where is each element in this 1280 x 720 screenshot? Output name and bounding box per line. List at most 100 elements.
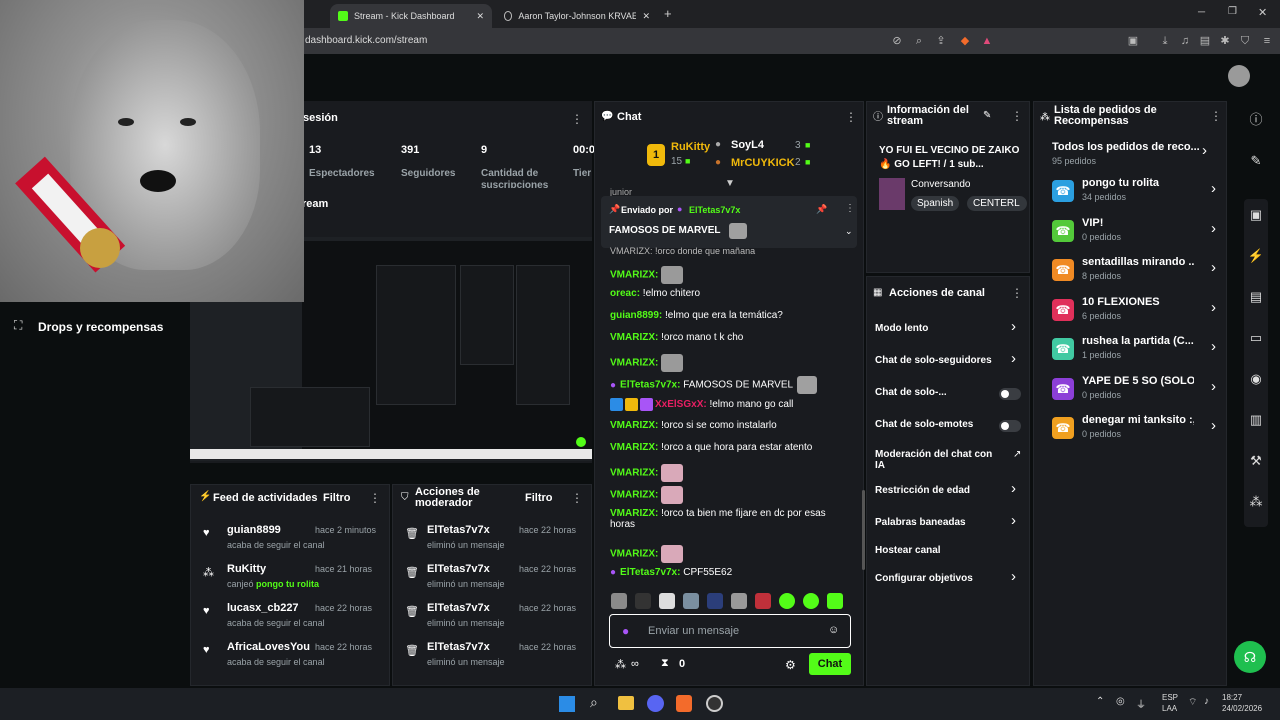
vpn-icon[interactable]: ⛉ (1238, 34, 1252, 48)
music-icon[interactable]: ♫ (1178, 34, 1192, 48)
share-icon[interactable]: ⇪ (934, 34, 948, 48)
mod-action-item[interactable]: 🗑 ElTetas7v7x hace 22 horas eliminó un mens… (401, 560, 587, 598)
chat-message[interactable]: ● ElTetas7v7x: CPF55E62 (610, 567, 732, 578)
chat-username[interactable]: VMARIZX (610, 549, 655, 560)
send-chat-button[interactable]: Chat (809, 653, 851, 675)
emote[interactable] (683, 593, 699, 609)
chat-username[interactable]: ElTetas7v7x (620, 380, 677, 391)
close-window-icon[interactable]: ✕ (1258, 6, 1267, 19)
emote[interactable] (827, 593, 843, 609)
broadcast-icon[interactable]: ◉ (1244, 367, 1268, 391)
drops-nav-item[interactable]: ⛶ Drops y recompensas (0, 304, 190, 348)
emote[interactable] (659, 593, 675, 609)
leader-name[interactable]: MrCUYKICK (731, 157, 795, 169)
channel-actions-menu-icon[interactable]: ⋮ (1011, 286, 1023, 300)
feed-item[interactable]: ⁂ RuKitty hace 21 horas canjeó pongo tu rol… (199, 560, 385, 598)
headset-icon[interactable]: ☊ (1234, 641, 1266, 673)
chat-message[interactable]: VMARIZX: !orco si se como instalarlo (610, 420, 777, 431)
feed-item[interactable]: ♥ guian8899 hace 2 minutos acaba de seguir … (199, 521, 385, 559)
chat-input-box[interactable]: ● Enviar un mensaje ☺ (609, 614, 851, 648)
chat-message[interactable]: VMARIZX: (610, 545, 684, 563)
channel-action-item[interactable]: Chat de solo-... (875, 385, 1025, 411)
rewards-icon[interactable]: ⁂ (1244, 490, 1268, 514)
session-menu-icon[interactable]: ⋮ (571, 112, 583, 126)
chat-username[interactable]: VMARIZX (610, 270, 655, 281)
channel-action-item[interactable]: Configurar objetivos › (875, 568, 1025, 597)
edit-icon[interactable]: ✎ (983, 110, 991, 121)
wrench-icon[interactable]: ⚒ (1244, 449, 1268, 473)
reward-item[interactable]: ☎ YAPE DE 5 SO (SOLO... 0 pedidos › (1046, 372, 1222, 408)
language-label[interactable]: ESP (1162, 693, 1178, 702)
chat-message[interactable]: ● ElTetas7v7x: FAMOSOS DE MARVEL (610, 376, 818, 394)
chat-message[interactable]: VMARIZX: !orco mano t k cho (610, 332, 743, 343)
feed-username[interactable]: AfricaLovesYou (227, 641, 310, 653)
volume-icon[interactable]: ♪ (1204, 696, 1209, 707)
emoji-icon[interactable]: ☺ (828, 624, 839, 636)
chat-message[interactable]: VMARIZX: (610, 354, 684, 372)
mod-username[interactable]: ElTetas7v7x (427, 641, 490, 653)
chat-menu-icon[interactable]: ⋮ (845, 110, 857, 124)
pinned-by-user[interactable]: ElTetas7v7x (689, 205, 740, 215)
maximize-icon[interactable]: ❐ (1228, 6, 1237, 17)
rewards-menu-icon[interactable]: ⋮ (1210, 109, 1222, 123)
reward-item[interactable]: ☎ 10 FLEXIONES 6 pedidos › (1046, 293, 1222, 329)
leader-name[interactable]: RuKitty (671, 141, 710, 153)
chevron-down-icon[interactable]: ⌄ (845, 226, 853, 237)
chat-scrollbar[interactable] (862, 490, 865, 570)
channel-action-item[interactable]: Palabras baneadas › (875, 512, 1025, 541)
pinned-message[interactable]: 📌 Enviado por ● ElTetas7v7x 📌 ⋮ FAMOSOS … (601, 196, 857, 248)
chat-message[interactable]: VMARIZX: (610, 266, 684, 284)
search-icon[interactable]: ⌕ (590, 694, 598, 711)
wallet-icon[interactable]: ▤ (1198, 34, 1212, 48)
close-icon[interactable]: ✕ (642, 11, 650, 22)
url-text[interactable]: dashboard.kick.com/stream (305, 35, 427, 46)
download-icon[interactable]: ⤓ (1158, 34, 1172, 48)
extensions-icon[interactable]: ✱ (1218, 34, 1232, 48)
clock-time[interactable]: 18:27 (1222, 693, 1242, 702)
reward-item[interactable]: ☎ VIP! 0 pedidos › (1046, 214, 1222, 250)
feed-item[interactable]: ♥ lucasx_cb227 hace 22 horas acaba de segui… (199, 599, 385, 637)
chat-username[interactable]: VMARIZX (610, 442, 655, 453)
toggle-switch[interactable] (999, 388, 1021, 400)
reward-item[interactable]: ☎ sentadillas mirando ... 8 pedidos › (1046, 253, 1222, 289)
filter-button[interactable]: Filtro (323, 492, 351, 504)
toggle-switch[interactable] (999, 420, 1021, 432)
stream-info-menu-icon[interactable]: ⋮ (1011, 109, 1023, 123)
chat-icon[interactable]: ▭ (1244, 326, 1268, 350)
chat-username[interactable]: VMARIZX (610, 420, 655, 431)
mod-menu-icon[interactable]: ⋮ (571, 491, 583, 505)
chat-message[interactable]: oreac: !elmo chitero (610, 288, 700, 299)
feed-item[interactable]: ♥ AfricaLovesYou hace 22 horas acaba de seg… (199, 638, 385, 676)
usb-icon[interactable]: ⏚ (1136, 696, 1146, 711)
avatar[interactable] (1228, 65, 1250, 87)
channel-action-item[interactable]: Chat de solo-emotes (875, 417, 1025, 443)
pin-icon[interactable]: 📌 (816, 204, 827, 215)
brave-icon[interactable]: ◆ (958, 34, 972, 48)
emote[interactable] (635, 593, 651, 609)
feed-username[interactable]: guian8899 (227, 524, 281, 536)
channel-action-item[interactable]: Chat de solo-seguidores › (875, 350, 1025, 379)
windows-start-icon[interactable] (559, 696, 575, 712)
info-icon[interactable]: ⓘ (1244, 108, 1268, 132)
network-icon[interactable]: ◎ (1116, 696, 1125, 707)
menu-icon[interactable]: ≡ (1260, 34, 1274, 48)
document-icon[interactable]: ▤ (1244, 285, 1268, 309)
feed-menu-icon[interactable]: ⋮ (369, 491, 381, 505)
feed-username[interactable]: lucasx_cb227 (227, 602, 299, 614)
settings-icon[interactable]: ⚙ (785, 658, 796, 672)
mod-action-item[interactable]: 🗑 ElTetas7v7x hace 22 horas eliminó un mens… (401, 521, 587, 559)
channel-action-item[interactable]: Modo lento › (875, 318, 1025, 347)
reward-item[interactable]: ☎ denegar mi tanksito :,v 0 pedidos › (1046, 411, 1222, 447)
rewards-icon[interactable]: ▲ (980, 34, 994, 48)
category-name[interactable]: Conversando (911, 179, 970, 190)
zoom-icon[interactable]: ⌕ (912, 34, 926, 48)
channel-action-item[interactable]: Hostear canal (875, 543, 1025, 569)
channel-action-item[interactable]: Moderación del chat con IA ↗ (875, 447, 1025, 473)
mod-username[interactable]: ElTetas7v7x (427, 563, 490, 575)
rewards-all-row[interactable]: Todos los pedidos de reco... 95 pedidos … (1046, 138, 1222, 174)
chat-username[interactable]: VMARIZX (610, 468, 655, 479)
tab-kick-dashboard[interactable]: Stream - Kick Dashboard ✕ (330, 4, 492, 28)
pinned-menu-icon[interactable]: ⋮ (845, 203, 855, 214)
kick-points-icon[interactable]: ⁂ (615, 658, 626, 671)
chat-message[interactable]: VMARIZX: (610, 486, 684, 504)
